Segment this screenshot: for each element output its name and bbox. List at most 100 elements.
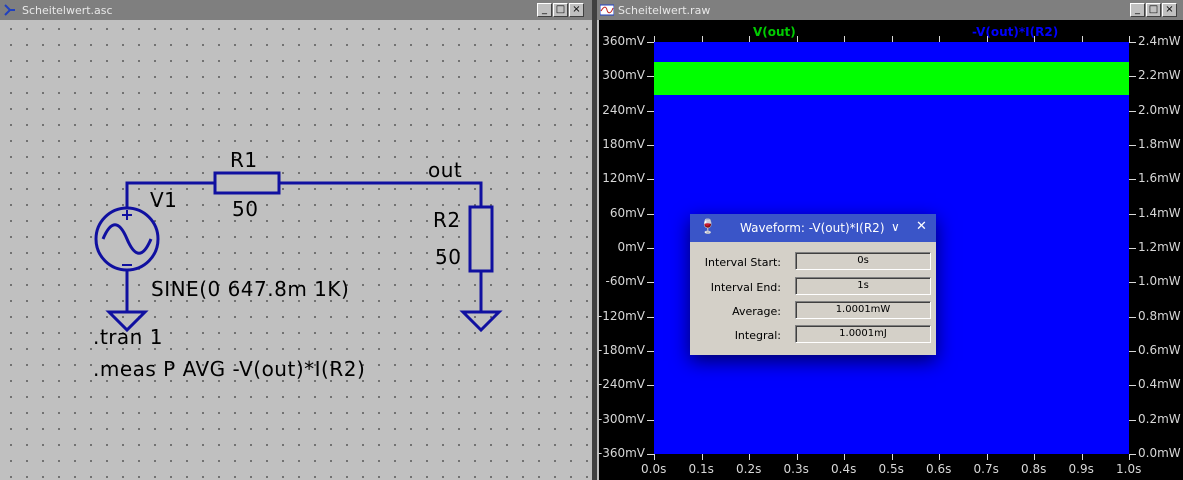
dialog-title: Waveform: -V(out)*I(R2)	[740, 221, 885, 235]
y-tick-left: -240mV	[597, 377, 645, 392]
minimize-button[interactable]: _	[1130, 3, 1145, 17]
y-tick-left: 300mV	[602, 68, 645, 83]
r2-value[interactable]: 50	[435, 245, 461, 269]
y-tickmark-right	[1129, 76, 1136, 78]
x-tickmark-top	[796, 36, 798, 42]
schematic-window: Scheitelwert.asc _ □ × R1 50 V1 SINE(0 6…	[0, 0, 592, 480]
x-tickmark-top	[1081, 36, 1083, 42]
y-tickmark-left	[647, 351, 654, 352]
average-field[interactable]: 1.0001mW	[795, 301, 931, 319]
average-label: Average:	[732, 305, 781, 318]
x-tickmark	[891, 454, 893, 460]
x-tickmark-top	[844, 36, 845, 42]
x-tickmark	[844, 454, 845, 460]
ground-symbol-r2	[459, 310, 503, 333]
x-tick: 0.2s	[736, 462, 762, 476]
meas-directive[interactable]: .meas P AVG -V(out)*I(R2)	[93, 357, 365, 381]
y-tick-right: 1.2mW	[1138, 240, 1181, 254]
trace-label-power[interactable]: -V(out)*I(R2)	[972, 25, 1058, 39]
y-tickmark-right	[1129, 213, 1136, 215]
y-tick-right: 2.4mW	[1138, 34, 1181, 48]
x-tickmark	[1129, 454, 1130, 460]
y-tickmark-left	[647, 282, 654, 284]
y-tickmark-right	[1129, 42, 1136, 43]
x-tick: 0.9s	[1068, 462, 1094, 476]
waveform-window-title: Scheitelwert.raw	[618, 4, 711, 17]
y-tick-right: 1.4mW	[1138, 205, 1181, 220]
y-tick-right: 1.0mW	[1138, 274, 1181, 289]
x-tickmark-top	[749, 36, 750, 42]
y-tickmark-left	[647, 110, 654, 112]
waveform-titlebar[interactable]: Scheitelwert.raw _ □ ×	[597, 0, 1183, 20]
chevron-down-icon[interactable]: ∨	[891, 220, 900, 234]
waveform-dialog: 🍷 Waveform: -V(out)*I(R2) ∨ ✕ Interval S…	[690, 214, 936, 355]
y-tick-right: 2.0mW	[1138, 102, 1181, 117]
x-tickmark-top	[654, 36, 655, 42]
y-tick-right: 1.6mW	[1138, 171, 1181, 186]
interval-end-label: Interval End:	[710, 281, 781, 294]
y-tick-left: -60mV	[605, 274, 646, 289]
x-tick: 1.0s	[1116, 462, 1142, 476]
wire-out-net	[279, 181, 483, 207]
y-tick-left: 360mV	[602, 34, 645, 48]
close-button[interactable]: ×	[1162, 3, 1177, 17]
r2-name[interactable]: R2	[433, 208, 461, 232]
interval-end-field[interactable]: 1s	[795, 277, 931, 295]
close-icon[interactable]: ✕	[916, 219, 927, 234]
integral-field[interactable]: 1.0001mJ	[795, 325, 931, 343]
y-tick-right: 0.4mW	[1138, 377, 1181, 392]
x-tick: 0.5s	[878, 462, 904, 476]
x-tickmark-top	[891, 36, 893, 42]
y-tickmark-left	[647, 179, 654, 181]
maximize-button[interactable]: □	[1146, 3, 1161, 17]
interval-start-label: Interval Start:	[704, 256, 781, 269]
trace-label-vout[interactable]: V(out)	[753, 25, 796, 39]
y-tickmark-right	[1129, 316, 1136, 318]
y-tickmark-right	[1129, 351, 1136, 352]
y-tickmark-left	[647, 419, 654, 421]
voltage-trace-fill	[654, 62, 1129, 95]
x-tickmark	[1081, 454, 1083, 460]
x-tickmark	[654, 454, 655, 460]
y-tickmark-right	[1129, 179, 1136, 181]
y-tickmark-left	[647, 76, 654, 78]
y-tickmark-right	[1129, 282, 1136, 284]
x-tickmark-top	[986, 36, 988, 42]
dialog-titlebar[interactable]: 🍷 Waveform: -V(out)*I(R2) ∨ ✕	[690, 214, 936, 242]
y-tickmark-right	[1129, 145, 1136, 146]
x-tickmark-top	[939, 36, 940, 42]
x-tick: 0.3s	[783, 462, 809, 476]
y-tickmark-left	[647, 454, 654, 455]
x-tickmark	[796, 454, 798, 460]
y-tick-left: 0mV	[617, 240, 645, 254]
x-tickmark-top	[701, 36, 703, 42]
y-tickmark-left	[647, 385, 654, 387]
x-tickmark	[939, 454, 940, 460]
y-tick-left: 180mV	[602, 137, 645, 151]
y-tickmark-left	[647, 42, 654, 43]
r1-name[interactable]: R1	[230, 148, 258, 172]
x-tickmark	[1034, 454, 1035, 460]
x-tick: 0.0s	[641, 462, 667, 476]
x-tick: 0.6s	[926, 462, 952, 476]
y-tick-right: 2.2mW	[1138, 68, 1181, 83]
x-tickmark-top	[1129, 36, 1130, 42]
interval-start-field[interactable]: 0s	[795, 252, 931, 270]
resistor-r1-symbol	[213, 171, 281, 195]
y-tick-right: 0.0mW	[1138, 446, 1181, 460]
waveform-app-icon	[600, 4, 614, 16]
y-tickmark-left	[647, 316, 654, 318]
x-tick: 0.1s	[688, 462, 714, 476]
net-label-out[interactable]: out	[428, 158, 462, 182]
x-tick: 0.4s	[831, 462, 857, 476]
y-tickmark-right	[1129, 110, 1136, 112]
x-tick: 0.7s	[973, 462, 999, 476]
tran-directive[interactable]: .tran 1	[93, 325, 163, 349]
v1-value[interactable]: SINE(0 647.8m 1K)	[151, 277, 349, 301]
y-tickmark-right	[1129, 248, 1136, 249]
v1-name[interactable]: V1	[150, 188, 177, 212]
y-tick-left: 120mV	[602, 171, 645, 186]
x-tickmark	[986, 454, 988, 460]
y-tickmark-right	[1129, 419, 1136, 421]
r1-value[interactable]: 50	[232, 197, 258, 221]
